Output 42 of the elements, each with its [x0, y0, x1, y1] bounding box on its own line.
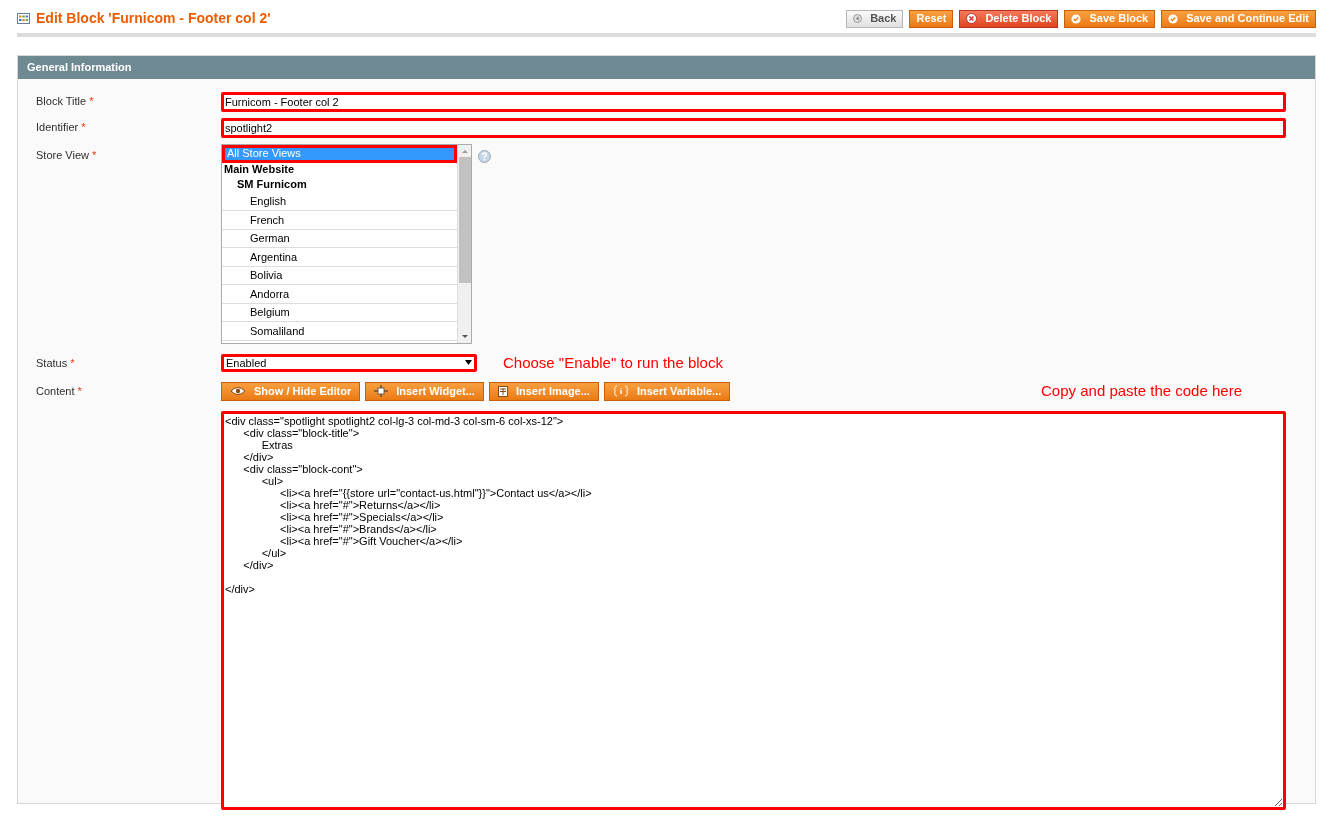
status-dropdown[interactable]: Enabled [221, 353, 477, 372]
field-label: Block Title [36, 94, 87, 110]
annotation-text: Choose "Enable" to run the block [503, 352, 723, 373]
dropdown-arrow-icon [465, 360, 472, 366]
field-label: Content [36, 384, 75, 399]
annotation-text: Copy and paste the code here [1041, 381, 1242, 401]
required-mark: * [92, 147, 97, 163]
eye-icon [230, 386, 246, 397]
list-option[interactable]: Somaliland [222, 322, 457, 341]
code-editor[interactable]: <div class="spotlight spotlight2 col-lg-3 col-md-3 col-sm-6 col-xs-12"> <div class="block-title"> Extras </div> <div class="block-cont"> <ul> <li><a href="{{store url="contact-us.html"}}">Contact us</a></li> <li><a href="#">Returns</a></li> <li><a href="#">Specials</a></li> <li><a href="#">Brands</a></li> <li><a href="#">Gift Voucher</a></li> </ul> </div> </div> [221, 410, 1286, 810]
back-icon [853, 14, 863, 23]
check-icon [1168, 13, 1179, 24]
field-label: Store View [36, 147, 89, 163]
list-option[interactable]: English [222, 192, 457, 211]
close-icon [966, 13, 978, 24]
store-view-listbox[interactable]: All Store Views Main Website SM Furnicom English French German Argentina Bolivia Andorra Belgium Somaliland [221, 143, 472, 344]
list-option[interactable]: German [222, 229, 457, 248]
help-icon[interactable] [478, 149, 491, 163]
scrollbar[interactable] [457, 144, 471, 343]
list-option[interactable]: Argentina [222, 248, 457, 267]
list-option[interactable]: Andorra [222, 285, 457, 304]
list-option[interactable]: Main Website [222, 162, 457, 177]
field-label: Identifier [36, 120, 79, 136]
required-mark: * [77, 384, 82, 399]
variable-icon [612, 385, 629, 398]
check-icon [1071, 13, 1082, 24]
back-button[interactable]: Back [846, 9, 904, 28]
page-title: Edit Block 'Furnicom - Footer col 2' [36, 9, 271, 28]
widget-icon [374, 385, 389, 398]
list-option[interactable]: SM Furnicom [222, 176, 457, 193]
required-mark: * [81, 120, 86, 136]
list-option[interactable]: Belgium [222, 303, 457, 322]
text-input-field[interactable]: spotlight2 [221, 117, 1286, 138]
image-icon [497, 385, 508, 397]
field-label: Status [36, 355, 68, 371]
list-option[interactable]: French [222, 211, 457, 230]
section-header: General Information [18, 56, 1315, 79]
required-mark: * [89, 94, 94, 110]
list-option[interactable]: Bolivia [222, 266, 457, 285]
text-input-field[interactable]: Furnicom - Footer col 2 [221, 91, 1286, 112]
required-mark: * [70, 355, 75, 371]
grid-icon [17, 13, 30, 24]
